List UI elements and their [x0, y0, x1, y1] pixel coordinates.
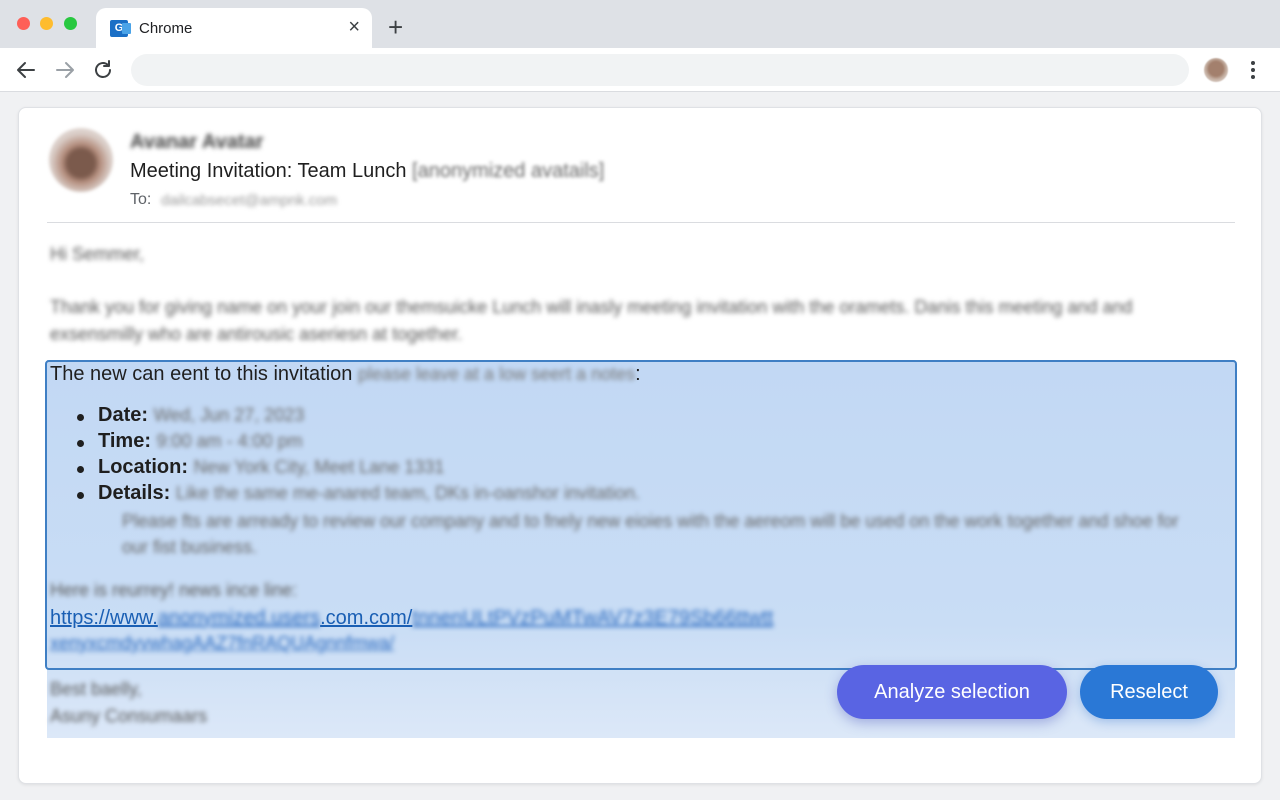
bullet-label: Location: — [98, 456, 188, 478]
browser-toolbar — [0, 48, 1280, 92]
back-arrow-icon[interactable] — [14, 58, 38, 82]
list-item: Time: 9:00 am - 4:00 pm — [76, 430, 640, 456]
list-item: Date: Wed, Jun 27, 2023 — [76, 404, 640, 430]
browser-titlebar: G Chrome × + — [0, 0, 1280, 48]
invitation-link-continued[interactable]: xenyxcmdyvwhagAAZ7fnRAQUAgnnfmwa/ — [50, 633, 394, 654]
bullet-value: Like the same me-anared team, DKs in-oan… — [175, 483, 641, 503]
bullet-value: New York City, Meet Lane 1331 — [193, 457, 445, 477]
sender-name: Avanar Avatar — [130, 131, 264, 153]
address-bar[interactable] — [131, 54, 1189, 86]
close-window-button[interactable] — [17, 17, 30, 30]
link-prefix: https://www. — [50, 607, 158, 629]
bullet-value: Wed, Jun 27, 2023 — [153, 405, 305, 425]
signoff-name: Asuny Consumaars — [50, 706, 208, 726]
list-item: Location: New York City, Meet Lane 1331 — [76, 456, 640, 482]
details-continuation: Please fts are arready to review our com… — [122, 511, 1179, 557]
subject-tag: [anonymized avatails] — [412, 160, 605, 182]
email-subject: Meeting Invitation: Team Lunch [anonymiz… — [130, 160, 604, 183]
link-intro: Here is reurrey! news ince line: — [50, 580, 298, 600]
bullet-value: 9:00 am - 4:00 pm — [156, 431, 303, 451]
more-menu-icon[interactable] — [1246, 59, 1260, 81]
browser-tab[interactable]: G Chrome × — [96, 8, 372, 48]
email-card: Avanar Avatar Meeting Invitation: Team L… — [18, 107, 1262, 784]
sender-avatar — [49, 128, 113, 192]
maximize-window-button[interactable] — [64, 17, 77, 30]
subject-text: Meeting Invitation: Team Lunch — [130, 160, 407, 182]
list-item: Details: Like the same me-anared team, D… — [76, 482, 641, 508]
analyze-selection-button[interactable]: Analyze selection — [837, 665, 1067, 719]
link-domain: .com.com/ — [320, 607, 413, 629]
forward-arrow-icon[interactable] — [53, 58, 77, 82]
selection-intro: The new can eent to this invitation plea… — [50, 363, 641, 386]
email-greeting: Hi Semmer, — [50, 244, 145, 264]
tab-title: Chrome — [139, 20, 193, 37]
link-path: tnnenULtPVzPuMTwAV7z3E79Sb66ttwtt — [412, 607, 774, 629]
profile-avatar-icon[interactable] — [1204, 58, 1228, 82]
bullet-label: Date: — [98, 404, 149, 426]
event-details-list: Date: Wed, Jun 27, 2023 Time: 9:00 am - … — [76, 404, 641, 508]
to-label: To: — [130, 191, 152, 208]
signoff-line: Best baelly, — [50, 679, 142, 699]
reload-icon[interactable] — [91, 58, 115, 82]
recipient-address: dailcabsecet@ampnk.com — [161, 192, 338, 209]
invitation-link[interactable]: https://www.anonymized.users.com.com/tnn… — [50, 607, 773, 630]
new-tab-icon[interactable]: + — [388, 14, 403, 40]
intro-text: The new can eent to this invitation — [50, 363, 353, 385]
reselect-button[interactable]: Reselect — [1080, 665, 1218, 719]
bullet-label: Details: — [98, 482, 171, 504]
header-divider — [47, 222, 1235, 223]
email-paragraph: Thank you for giving name on your join o… — [50, 297, 1133, 344]
minimize-window-button[interactable] — [40, 17, 53, 30]
tab-close-icon[interactable]: × — [348, 17, 360, 37]
link-blurred-domain: anonymized.users — [157, 607, 321, 629]
bullet-label: Time: — [98, 430, 151, 452]
intro-blurred-text: please leave at a low seert a notes — [357, 364, 636, 384]
outlook-favicon-icon: G — [110, 20, 131, 37]
email-signoff: Best baelly, Asuny Consumaars — [50, 676, 207, 730]
intro-colon: : — [635, 363, 641, 385]
